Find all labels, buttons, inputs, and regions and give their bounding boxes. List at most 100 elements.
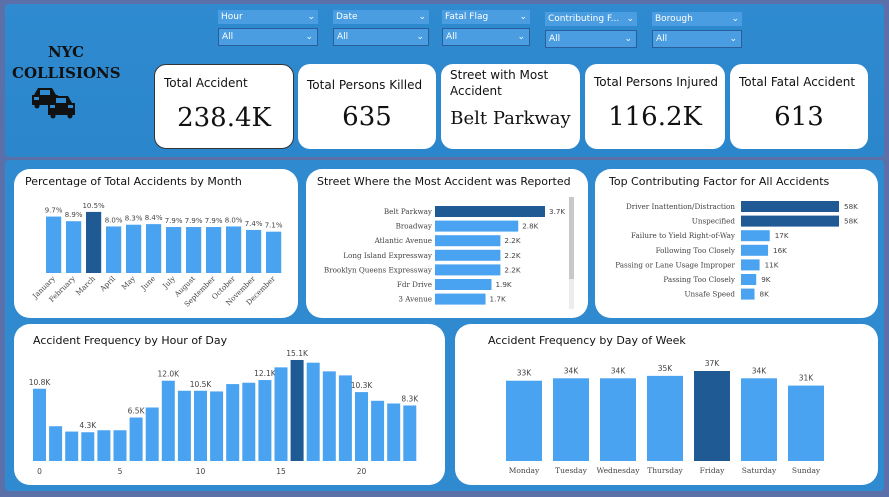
hour-bar[interactable] — [242, 382, 256, 461]
street-bar[interactable] — [435, 249, 501, 261]
street-bar[interactable] — [435, 293, 486, 305]
factor-bar[interactable] — [741, 274, 757, 285]
month-bar[interactable] — [206, 227, 222, 273]
slicer-fatal-flag[interactable]: Fatal Flag ⌄ All ⌄ — [442, 10, 530, 48]
month-bar[interactable] — [66, 221, 82, 273]
card-frequency-by-hour[interactable]: Accident Frequency by Hour of Day 10.8K 4… — [14, 324, 445, 485]
card-accidents-by-month[interactable]: Percentage of Total Accidents by Month 9… — [14, 169, 298, 318]
factor-data-label: 58K — [844, 217, 858, 226]
factor-bar[interactable] — [741, 244, 769, 256]
weekday-bar[interactable] — [506, 380, 542, 461]
slicer-contributing-factor-header[interactable]: Contributing F... ⌄ — [545, 12, 637, 26]
street-data-label: 2.2K — [504, 265, 520, 274]
hour-bar[interactable] — [113, 430, 127, 461]
kpi-persons-injured[interactable]: Total Persons Injured 116.2K — [585, 64, 725, 149]
hour-bar[interactable] — [145, 407, 159, 461]
month-bar[interactable] — [226, 226, 242, 273]
factor-data-label: 11K — [765, 260, 779, 269]
slicer-contributing-factor[interactable]: Contributing F... ⌄ All ⌄ — [545, 12, 637, 50]
factor-bar[interactable] — [741, 230, 770, 242]
slicer-borough-dropdown[interactable]: All ⌄ — [652, 30, 742, 48]
street-scrollbar[interactable] — [569, 197, 574, 279]
street-bar[interactable] — [435, 206, 545, 217]
street-bar[interactable] — [435, 264, 501, 276]
hour-bar[interactable] — [210, 391, 224, 461]
hour-bar[interactable] — [65, 431, 79, 461]
hour-bar[interactable] — [403, 405, 417, 461]
slicer-fatal-flag-header[interactable]: Fatal Flag ⌄ — [442, 10, 530, 24]
kpi-persons-killed[interactable]: Total Persons Killed 635 — [298, 64, 436, 149]
card-street-most-accidents[interactable]: Street Where the Most Accident was Repor… — [306, 169, 588, 318]
slicer-borough-header[interactable]: Borough ⌄ — [652, 12, 742, 26]
hour-bar[interactable] — [274, 367, 288, 461]
hour-bar[interactable] — [387, 403, 401, 461]
weekday-bar[interactable] — [600, 378, 636, 461]
month-bar[interactable] — [106, 226, 122, 273]
month-bar[interactable] — [166, 227, 182, 273]
hour-bar[interactable] — [161, 380, 175, 461]
hour-bar[interactable] — [290, 360, 304, 461]
hour-bar[interactable] — [49, 426, 63, 461]
street-bar[interactable] — [435, 220, 519, 232]
slicer-hour[interactable]: Hour ⌄ All ⌄ — [218, 10, 318, 48]
chevron-down-icon: ⌄ — [626, 14, 634, 24]
weekday-bar[interactable] — [647, 375, 683, 461]
kpi-street-most-label: Street with Most Accident — [450, 68, 549, 98]
slicer-contributing-factor-dropdown[interactable]: All ⌄ — [545, 30, 637, 48]
weekday-bar[interactable] — [553, 378, 589, 461]
factor-bar[interactable] — [741, 215, 839, 227]
slicer-borough[interactable]: Borough ⌄ All ⌄ — [652, 12, 742, 50]
kpi-persons-injured-value: 116.2K — [608, 102, 702, 132]
month-bar[interactable] — [86, 211, 102, 273]
hour-bar[interactable] — [33, 388, 46, 461]
hour-bar[interactable] — [97, 430, 111, 461]
hour-bar[interactable] — [258, 380, 272, 461]
kpi-fatal-accident[interactable]: Total Fatal Accident 613 — [730, 64, 868, 149]
slicer-date[interactable]: Date ⌄ All ⌄ — [333, 10, 429, 48]
factor-bar[interactable] — [741, 259, 760, 271]
month-bar[interactable] — [186, 227, 202, 273]
factor-bar[interactable] — [741, 288, 755, 300]
kpi-total-accident[interactable]: Total Accident 238.4K — [154, 64, 294, 149]
weekday-data-label: 31K — [799, 374, 815, 383]
month-bar[interactable] — [246, 229, 262, 273]
street-category-label: Brooklyn Queens Expressway — [324, 265, 433, 274]
street-bar[interactable] — [435, 279, 492, 290]
slicer-hour-dropdown[interactable]: All ⌄ — [218, 28, 318, 46]
hour-bar[interactable] — [322, 371, 336, 461]
hour-bar[interactable] — [194, 390, 207, 461]
factor-bar[interactable] — [741, 201, 839, 212]
hour-bar[interactable] — [371, 400, 385, 461]
card-frequency-by-day[interactable]: Accident Frequency by Day of Week 33K Mon… — [455, 324, 878, 485]
month-bar[interactable] — [146, 224, 162, 273]
hour-bar[interactable] — [81, 432, 95, 461]
hour-bar[interactable] — [355, 392, 368, 461]
weekday-bar[interactable] — [788, 385, 824, 461]
kpi-street-most-value: Belt Parkway — [450, 108, 571, 129]
app-title-line1: NYC — [47, 43, 85, 61]
slicer-date-label: Date — [336, 12, 358, 22]
street-data-label: 1.7K — [490, 295, 506, 304]
weekday-bar[interactable] — [741, 378, 777, 461]
slicer-hour-header[interactable]: Hour ⌄ — [218, 10, 318, 24]
month-bar[interactable] — [46, 216, 62, 273]
slicer-date-header[interactable]: Date ⌄ — [333, 10, 429, 24]
month-bar[interactable] — [266, 231, 282, 273]
slicer-date-dropdown[interactable]: All ⌄ — [333, 28, 429, 46]
hour-bar[interactable] — [306, 362, 320, 461]
hour-bar[interactable] — [177, 390, 191, 461]
hour-data-label: 10.5K — [190, 380, 213, 389]
street-category-label: 3 Avenue — [398, 295, 432, 304]
hour-bar[interactable] — [226, 384, 240, 461]
hour-data-label: 12.0K — [157, 370, 180, 379]
weekday-tick-label: Monday — [509, 466, 540, 475]
card-top-contributing-factor[interactable]: Top Contributing Factor for All Accident… — [595, 169, 878, 318]
slicer-fatal-flag-dropdown[interactable]: All ⌄ — [442, 28, 530, 46]
weekday-bar[interactable] — [694, 371, 730, 461]
month-bar[interactable] — [126, 224, 142, 273]
hour-bar[interactable] — [129, 417, 143, 461]
weekday-tick-label: Thursday — [647, 466, 683, 475]
street-bar[interactable] — [435, 235, 501, 247]
month-data-label: 7.9% — [205, 217, 223, 225]
kpi-street-most[interactable]: Street with Most Accident Belt Parkway — [441, 64, 580, 149]
